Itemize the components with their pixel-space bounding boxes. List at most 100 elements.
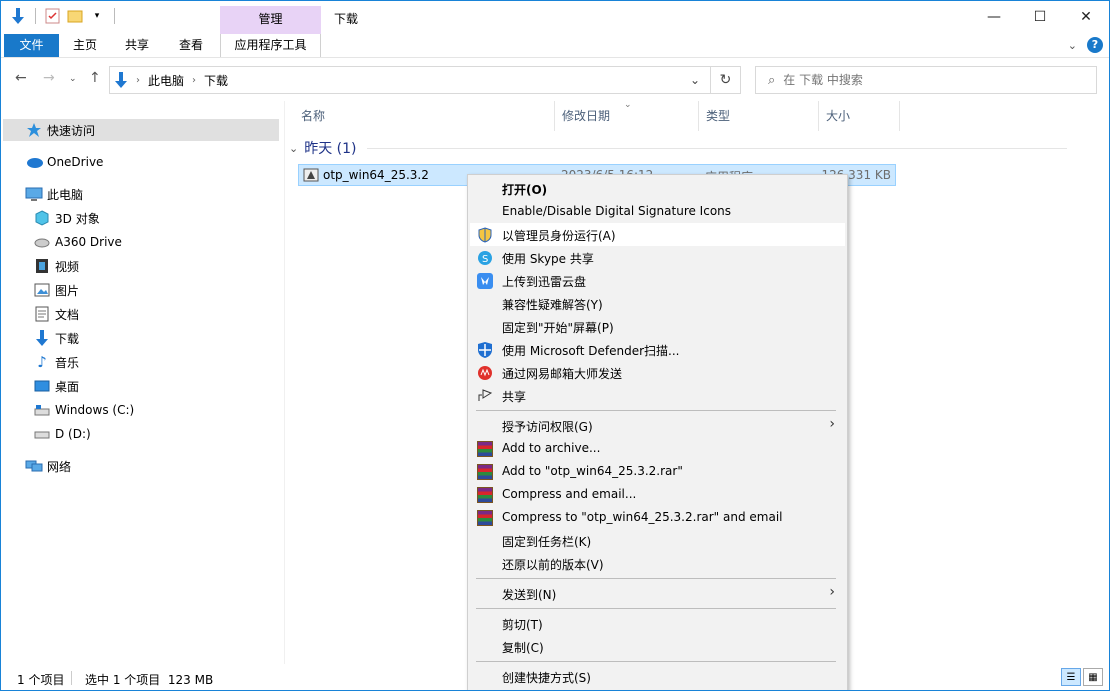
menu-item-shortcut[interactable]: 创建快捷方式(S) (470, 665, 845, 688)
chevron-right-icon[interactable]: › (136, 75, 140, 86)
menu-item-defender[interactable]: 使用 Microsoft Defender扫描... (470, 338, 845, 361)
nav-onedrive[interactable]: OneDrive (25, 151, 103, 173)
ribbon-controls: ⌄ ? (1068, 37, 1103, 53)
menu-item-compat[interactable]: 兼容性疑难解答(Y) (470, 292, 845, 315)
menu-label: 通过网易邮箱大师发送 (502, 367, 623, 381)
breadcrumb-downloads[interactable]: 下载 (204, 72, 228, 89)
nav-3d-objects[interactable]: 3D 对象 (33, 207, 100, 229)
nav-this-pc[interactable]: 此电脑 (25, 183, 83, 205)
drive-icon (33, 426, 51, 442)
windows-drive-icon (33, 402, 51, 418)
up-icon[interactable]: ↑ (89, 70, 101, 86)
tab-app-tools[interactable]: 应用程序工具 (220, 34, 321, 57)
menu-item-compress-email[interactable]: Compress and email... (470, 483, 845, 506)
nav-label: 桌面 (55, 379, 80, 394)
tab-share[interactable]: 共享 (125, 34, 149, 57)
chevron-right-icon: › (829, 416, 835, 432)
menu-item-add-rar[interactable]: Add to "otp_win64_25.3.2.rar" (470, 460, 845, 483)
menu-item-send-to[interactable]: 发送到(N) › (470, 582, 845, 605)
column-divider[interactable] (818, 101, 819, 131)
sort-arrow-icon: ⌄ (624, 100, 632, 110)
menu-item-compress-rar-email[interactable]: Compress to "otp_win64_25.3.2.rar" and e… (470, 506, 845, 529)
menu-label: 打开(O) (502, 183, 548, 197)
nav-label: 音乐 (55, 355, 80, 370)
address-dropdown-icon[interactable]: ⌄ (690, 73, 700, 87)
nav-pictures[interactable]: 图片 (33, 279, 79, 301)
menu-item-signature[interactable]: Enable/Disable Digital Signature Icons (470, 200, 845, 223)
menu-item-skype[interactable]: S 使用 Skype 共享 (470, 246, 845, 269)
column-header-date[interactable]: 修改日期 (562, 101, 610, 131)
chevron-right-icon[interactable]: › (192, 75, 196, 86)
expand-ribbon-icon[interactable]: ⌄ (1068, 39, 1077, 52)
menu-item-copy[interactable]: 复制(C) (470, 635, 845, 658)
netease-mail-icon (476, 364, 493, 381)
menu-item-add-archive[interactable]: Add to archive... (470, 437, 845, 460)
refresh-icon[interactable]: ↻ (710, 67, 740, 93)
column-divider[interactable] (899, 101, 900, 131)
help-icon[interactable]: ? (1087, 37, 1103, 53)
nav-a360-drive[interactable]: A360 Drive (33, 231, 122, 253)
column-header-size[interactable]: 大小 (826, 101, 850, 131)
large-icons-view-icon[interactable]: ▦ (1083, 668, 1103, 686)
menu-label: 固定到任务栏(K) (502, 535, 592, 549)
menu-item-xunlei[interactable]: 上传到迅雷云盘 (470, 269, 845, 292)
download-arrow-icon[interactable] (9, 7, 27, 25)
chevron-down-icon[interactable]: ⌄ (289, 142, 298, 155)
column-header-type[interactable]: 类型 (706, 101, 730, 131)
breadcrumb-this-pc[interactable]: 此电脑 (148, 72, 184, 89)
tab-view[interactable]: 查看 (179, 34, 203, 57)
maximize-icon[interactable]: ☐ (1017, 1, 1063, 32)
film-icon (33, 258, 51, 274)
explorer-window: ▾ 管理 下载 — ☐ ✕ 文件 主页 共享 查看 应用程序工具 ⌄ ? ← →… (0, 0, 1110, 691)
nav-drive-d[interactable]: D (D:) (33, 423, 91, 445)
nav-music[interactable]: ♪ 音乐 (33, 351, 79, 373)
back-icon[interactable]: ← (15, 70, 27, 86)
nav-quick-access[interactable]: 快速访问 (3, 119, 279, 141)
customize-dropdown-icon[interactable]: ▾ (88, 7, 106, 25)
menu-item-grant-access[interactable]: 授予访问权限(G) › (470, 414, 845, 437)
menu-item-cut[interactable]: 剪切(T) (470, 612, 845, 635)
address-bar[interactable]: › 此电脑 › 下载 ⌄ ↻ (109, 66, 741, 94)
menu-item-open[interactable]: 打开(O) (470, 177, 845, 200)
nav-label: 文档 (55, 307, 80, 322)
menu-label: 创建快捷方式(S) (502, 671, 591, 685)
ribbon-tabs: 文件 主页 共享 查看 应用程序工具 ⌄ ? (1, 34, 1109, 58)
picture-icon (33, 282, 51, 298)
minimize-icon[interactable]: — (971, 1, 1017, 32)
menu-item-pin-start[interactable]: 固定到"开始"屏幕(P) (470, 315, 845, 338)
menu-item-restore[interactable]: 还原以前的版本(V) (470, 552, 845, 575)
menu-label: 固定到"开始"屏幕(P) (502, 321, 614, 335)
menu-item-pin-taskbar[interactable]: 固定到任务栏(K) (470, 529, 845, 552)
forward-icon[interactable]: → (43, 70, 55, 86)
search-icon: ⌕ (768, 72, 776, 88)
tab-manage[interactable]: 管理 (220, 6, 321, 34)
music-note-icon: ♪ (37, 353, 47, 371)
new-folder-icon[interactable] (66, 7, 84, 25)
details-view-icon[interactable]: ☰ (1061, 668, 1081, 686)
nav-drive-c[interactable]: Windows (C:) (33, 399, 134, 421)
close-icon[interactable]: ✕ (1063, 1, 1109, 32)
tab-home[interactable]: 主页 (73, 34, 97, 57)
properties-icon[interactable] (44, 7, 62, 25)
nav-network[interactable]: 网络 (25, 455, 71, 477)
column-divider[interactable] (698, 101, 699, 131)
menu-item-netease[interactable]: 通过网易邮箱大师发送 (470, 361, 845, 384)
column-header-name[interactable]: 名称 (301, 101, 325, 131)
nav-label: 下载 (55, 331, 80, 346)
search-box[interactable]: ⌕ (755, 66, 1097, 94)
column-divider[interactable] (554, 101, 555, 131)
nav-label: 此电脑 (47, 187, 84, 202)
menu-item-run-as-admin[interactable]: 以管理员身份运行(A) (470, 223, 845, 246)
nav-videos[interactable]: 视频 (33, 255, 79, 277)
nav-downloads[interactable]: 下载 (33, 327, 79, 349)
nav-documents[interactable]: 文档 (33, 303, 79, 325)
winrar-icon (476, 463, 493, 480)
group-header[interactable]: ⌄ 昨天 (1) (289, 138, 1067, 158)
search-input[interactable] (783, 73, 1084, 87)
nav-label: A360 Drive (55, 235, 122, 249)
quick-access-toolbar: ▾ (9, 7, 119, 25)
menu-item-share[interactable]: 共享 (470, 384, 845, 407)
recent-dropdown-icon[interactable]: ⌄ (69, 74, 77, 84)
nav-desktop[interactable]: 桌面 (33, 375, 79, 397)
tab-file[interactable]: 文件 (4, 34, 59, 57)
